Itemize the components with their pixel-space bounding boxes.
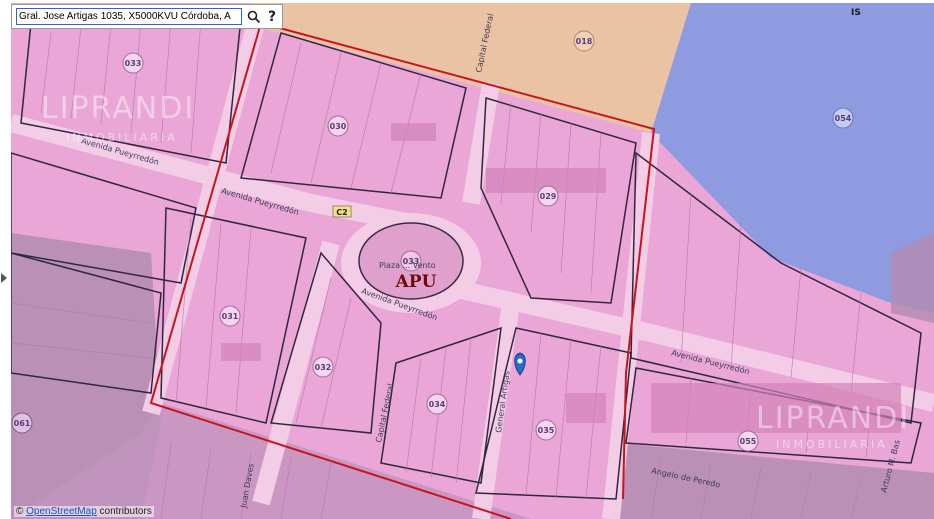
map-canvas[interactable]: 033 030 018 029 054 031 032 034 035 055 …: [11, 3, 934, 519]
street-label: Capital Federal: [374, 383, 395, 444]
watermark-sub: INMOBILIARIA: [776, 438, 888, 451]
block-label: 054: [835, 114, 852, 123]
watermark-brand: LIPRANDI: [756, 401, 910, 436]
map-frame: 033 030 018 029 054 031 032 034 035 055 …: [0, 0, 934, 519]
c2-label: C2: [336, 208, 347, 217]
street-label: General Artigas: [494, 370, 512, 433]
corner-zone-label: IS: [851, 8, 861, 18]
help-button[interactable]: ?: [264, 7, 280, 27]
zone-label-apu: APU: [395, 272, 437, 292]
block-label: 035: [538, 426, 555, 435]
block-label: 034: [429, 400, 446, 409]
street-label: Capital Federal: [474, 13, 495, 74]
search-bar: ?: [11, 4, 283, 29]
map-attribution: © OpenStreetMap contributors: [14, 506, 154, 517]
block-label: 018: [576, 37, 593, 46]
search-button[interactable]: [244, 7, 264, 27]
street-label: Juan Daves: [239, 463, 256, 510]
watermark-brand: LIPRANDI: [41, 91, 195, 126]
location-marker-icon[interactable]: [514, 352, 526, 376]
search-icon: [247, 10, 261, 23]
expand-panel-icon[interactable]: [1, 273, 7, 283]
block-label: 033: [125, 59, 142, 68]
attribution-prefix: ©: [16, 506, 27, 517]
block-label: 030: [330, 122, 347, 131]
attribution-suffix: contributors: [96, 506, 152, 517]
block-label: 031: [222, 312, 239, 321]
block-label: 061: [14, 419, 31, 428]
search-input[interactable]: [16, 8, 242, 25]
watermark-sub: INMOBILIARIA: [66, 131, 178, 144]
block-label: 032: [315, 363, 332, 372]
street-label: Angelo de Peredo: [651, 466, 722, 489]
block-label: 029: [540, 192, 557, 201]
block-label: 055: [740, 437, 757, 446]
street-label: Avenida Pueyrredón: [671, 347, 751, 376]
openstreetmap-link[interactable]: OpenStreetMap: [26, 506, 97, 517]
plaza-label: Plaza ... Vento: [379, 261, 436, 270]
map-labels: 033 030 018 029 054 031 032 034 035 055 …: [14, 8, 910, 510]
street-label: Avenida Pueyrredón: [220, 185, 300, 217]
